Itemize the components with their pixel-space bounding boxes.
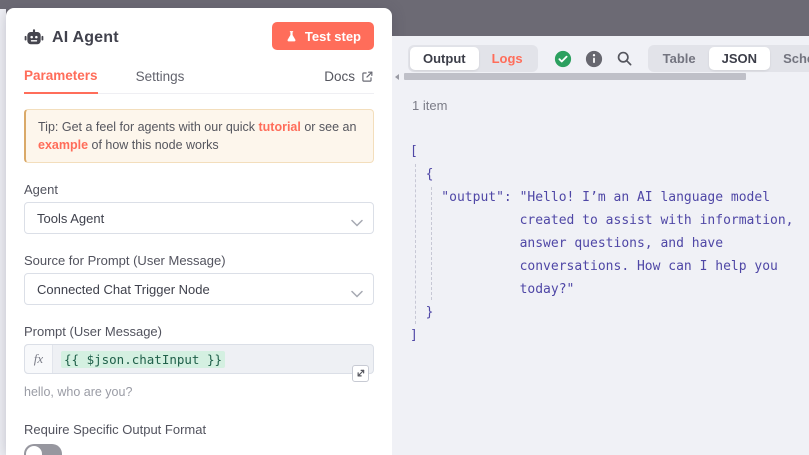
n8n-node-detail-view: AI Agent Test step Parameters Settings D…	[0, 0, 809, 455]
node-header: AI Agent Test step	[24, 22, 374, 54]
tab-parameters[interactable]: Parameters	[24, 62, 98, 94]
result-tab-group: Output Logs	[408, 45, 538, 72]
tutorial-link[interactable]: tutorial	[258, 120, 300, 134]
agent-field-label: Agent	[24, 182, 374, 197]
items-count: 1 item	[412, 98, 447, 113]
prompt-field-label: Prompt (User Message)	[24, 324, 374, 339]
node-title: AI Agent	[52, 29, 119, 47]
prompt-expression-field[interactable]: fx {{ $json.chatInput }}	[24, 344, 374, 374]
tip-banner: Tip: Get a feel for agents with our quic…	[24, 109, 374, 163]
prompt-source-label: Source for Prompt (User Message)	[24, 253, 374, 268]
output-panel-header: Output Logs Table JSON Schema	[408, 45, 795, 72]
tip-text: or see an	[301, 120, 357, 134]
tab-logs[interactable]: Logs	[479, 47, 536, 70]
tip-text: of how this node works	[88, 138, 219, 152]
chevron-down-icon	[351, 286, 363, 301]
tab-table[interactable]: Table	[650, 47, 709, 70]
indent-guide	[415, 164, 416, 324]
node-settings-panel: AI Agent Test step Parameters Settings D…	[6, 8, 392, 455]
test-step-button[interactable]: Test step	[272, 22, 374, 50]
expression-value[interactable]: {{ $json.chatInput }}	[53, 345, 373, 373]
output-format-label: Require Specific Output Format	[24, 422, 374, 437]
tab-schema[interactable]: Schema	[770, 47, 809, 70]
example-link[interactable]: example	[38, 138, 88, 152]
json-output-code[interactable]: [ { "output": "Hello! I’m an AI language…	[410, 140, 809, 347]
tab-settings[interactable]: Settings	[136, 63, 185, 93]
horizontal-scrollbar[interactable]	[404, 73, 746, 80]
prompt-source-select[interactable]: Connected Chat Trigger Node	[24, 273, 374, 305]
fx-badge: fx	[25, 345, 53, 373]
node-tabs: Parameters Settings Docs	[24, 62, 374, 94]
agent-select-value: Tools Agent	[37, 211, 104, 226]
output-format-toggle[interactable]	[24, 444, 62, 455]
view-tab-group: Table JSON Schema	[648, 45, 809, 72]
docs-link[interactable]: Docs	[324, 69, 374, 93]
success-check-icon	[554, 50, 572, 68]
indent-guide	[431, 187, 432, 300]
info-icon[interactable]	[585, 50, 603, 68]
expression-chip[interactable]: {{ $json.chatInput }}	[61, 351, 225, 368]
scroll-left-arrow[interactable]	[395, 74, 399, 80]
tab-output[interactable]: Output	[410, 47, 479, 70]
flask-icon	[285, 30, 298, 43]
json-output-view: [ { "output": "Hello! I’m an AI language…	[410, 140, 809, 455]
chevron-down-icon	[351, 215, 363, 230]
output-panel: Output Logs Table JSON Schema	[392, 36, 809, 455]
prompt-source-value: Connected Chat Trigger Node	[37, 282, 210, 297]
search-icon[interactable]	[616, 50, 634, 68]
output-header-icons	[554, 50, 634, 68]
ai-agent-robot-icon	[24, 28, 44, 48]
toggle-knob	[26, 446, 42, 455]
tip-text: Tip: Get a feel for agents with our quic…	[38, 120, 258, 134]
expand-expression-button[interactable]	[352, 365, 369, 382]
tab-json[interactable]: JSON	[709, 47, 770, 70]
agent-select[interactable]: Tools Agent	[24, 202, 374, 234]
external-link-icon	[361, 70, 374, 83]
expression-preview: hello, who are you?	[24, 385, 374, 399]
